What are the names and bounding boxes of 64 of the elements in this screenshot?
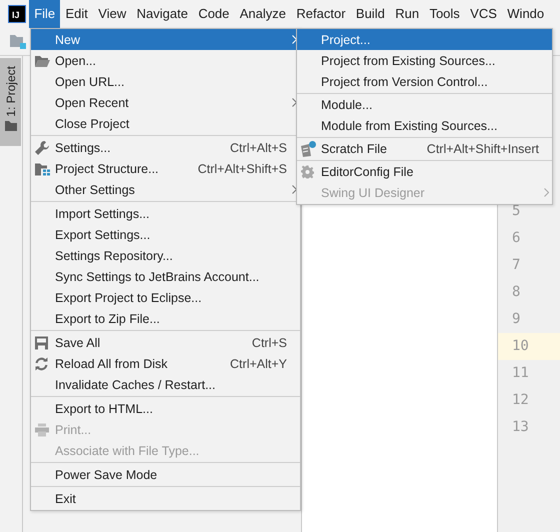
menu-item[interactable]: Open URL... [31,71,300,92]
line-number: 12 [511,391,530,410]
menu-bar-item[interactable]: Refactor [291,0,351,28]
menu-item[interactable]: Invalidate Caches / Restart... [31,374,300,395]
menu-bar-item[interactable]: Tools [424,0,465,28]
project-tool-tab[interactable]: 1: Project [0,58,21,146]
reload-icon [35,357,48,370]
menu-item[interactable]: Scratch File Ctrl+Alt+Shift+Insert [297,138,552,159]
menu-bar-item[interactable]: Windo [502,0,550,28]
menu-item[interactable]: Reload All from Disk Ctrl+Alt+Y [31,353,300,374]
shortcut-text: Ctrl+Alt+Shift+Insert [426,142,540,156]
menu-item[interactable]: Project... [297,29,552,50]
shortcut-text: Ctrl+Alt+S [230,140,288,154]
menu-bar-item[interactable]: Run [390,0,424,28]
scratch-file-icon [301,140,316,156]
menu-item[interactable]: Export to HTML... [31,398,300,419]
menu-bar-item[interactable]: Build [350,0,390,28]
menu-item[interactable]: Module... [297,94,552,115]
menu-bar-item[interactable]: Edit [60,0,94,28]
menu-item[interactable]: Export Project to Eclipse... [31,287,300,308]
menu-item[interactable]: Sync Settings to JetBrains Account... [31,266,300,287]
menu-item[interactable]: Open Recent [31,92,300,113]
menu-bar-item[interactable]: Navigate [131,0,194,28]
line-number: 11 [511,364,530,383]
line-number: 8 [511,283,522,302]
menu-bar-item[interactable]: Code [193,0,235,28]
save-icon [35,336,48,349]
menu-item[interactable]: Project from Existing Sources... [297,50,552,71]
menu-bar-item[interactable]: Analyze [234,0,292,28]
settings-icon [301,165,314,178]
menu-item[interactable]: Power Save Mode [31,464,300,485]
menu-item[interactable]: EditorConfig File [297,161,552,182]
menu-bar-item[interactable]: View [93,0,132,28]
folder-grid-icon [35,162,50,175]
folder-icon [35,54,50,66]
line-number: 9 [511,310,522,329]
menu-item[interactable]: Project from Version Control... [297,71,552,92]
wrench-icon [35,140,49,154]
folder-icon [4,120,16,131]
shortcut-text: Ctrl+S [252,336,288,350]
shortcut-text: Ctrl+Alt+Shift+S [198,162,288,176]
line-number: 6 [511,229,522,248]
menu-item[interactable]: Save All Ctrl+S [31,332,300,353]
menu-bar-item[interactable]: VCS [464,0,502,28]
folder-icon[interactable] [10,34,26,49]
menu-item[interactable]: Export Settings... [31,224,300,245]
menu-item[interactable]: Import Settings... [31,203,300,224]
menu-item[interactable]: Settings... Ctrl+Alt+S [31,137,300,158]
menu-item[interactable]: Other Settings [31,179,300,200]
line-number: 13 [511,418,530,437]
printer-icon [35,423,49,436]
menu-item[interactable]: Settings Repository... [31,245,300,266]
menu-item[interactable]: Project Structure... Ctrl+Alt+Shift+S [31,158,300,179]
line-number: 5 [511,202,522,221]
app-logo[interactable]: IJ [8,5,26,23]
menu-bar-item[interactable]: File [29,0,60,28]
menu-item[interactable]: Exit [31,488,300,509]
menu-item[interactable]: Open... [31,50,300,71]
menu-item[interactable]: Export to Zip File... [31,308,300,329]
menu-item[interactable]: Close Project [31,113,300,134]
menu-item[interactable]: Module from Existing Sources... [297,115,552,136]
shortcut-text: Ctrl+Alt+Y [230,356,288,370]
line-number: 7 [511,256,522,275]
line-number: 10 [498,333,560,360]
